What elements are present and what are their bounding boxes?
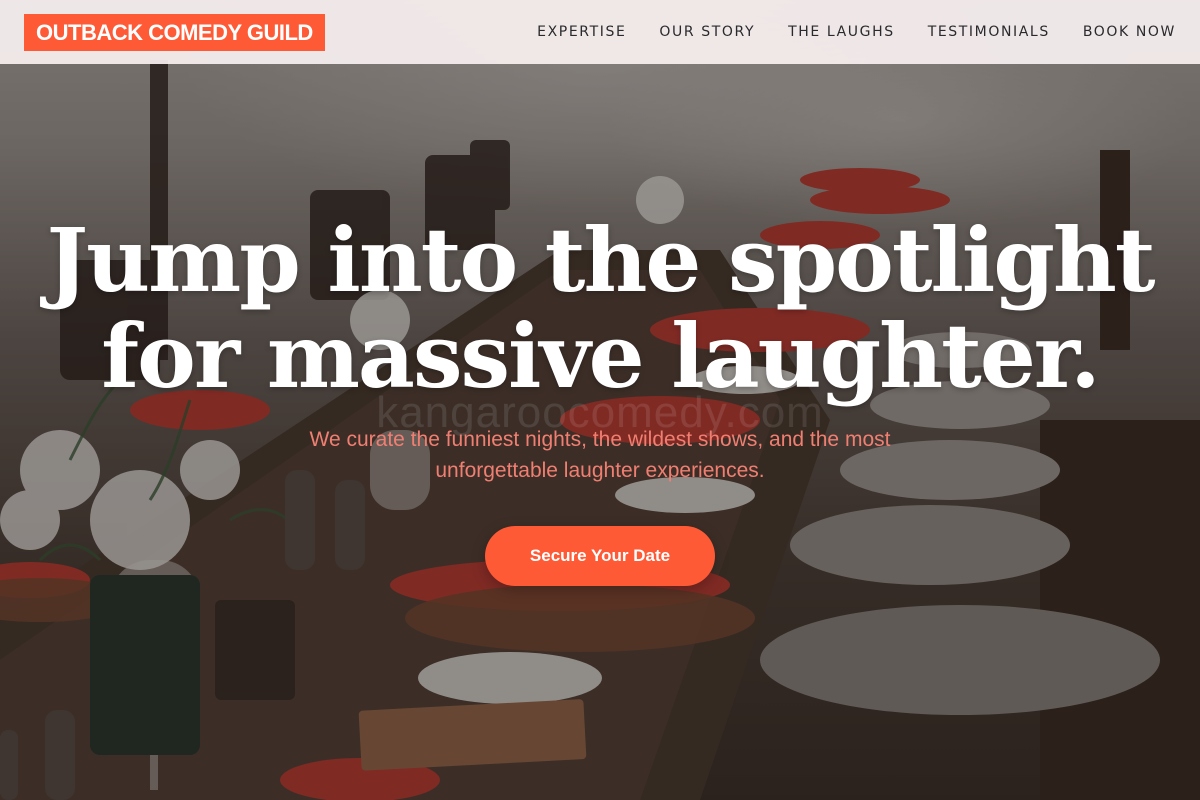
hero-headline-line-1: Jump into the spotlight — [46, 208, 1156, 312]
hero-headline: Jump into the spotlight for massive laug… — [0, 212, 1200, 404]
hero-headline-line-2: for massive laughter. — [101, 304, 1100, 408]
hero-subtext: We curate the funniest nights, the wilde… — [309, 428, 891, 482]
nav-link-book-now[interactable]: BOOK NOW — [1083, 24, 1176, 40]
secure-your-date-button[interactable]: Secure Your Date — [485, 526, 715, 586]
nav-link-expertise[interactable]: EXPERTISE — [537, 24, 626, 40]
site-header: OUTBACK COMEDY GUILD EXPERTISE OUR STORY… — [0, 0, 1200, 64]
nav-link-testimonials[interactable]: TESTIMONIALS — [928, 24, 1050, 40]
nav-link-our-story[interactable]: OUR STORY — [659, 24, 755, 40]
nav-link-the-laughs[interactable]: THE LAUGHS — [788, 24, 895, 40]
main-nav: EXPERTISE OUR STORY THE LAUGHS TESTIMONI… — [537, 24, 1176, 40]
hero-section: kangaroocomedy.com Jump into the spotlig… — [0, 0, 1200, 800]
brand-logo[interactable]: OUTBACK COMEDY GUILD — [24, 13, 325, 51]
